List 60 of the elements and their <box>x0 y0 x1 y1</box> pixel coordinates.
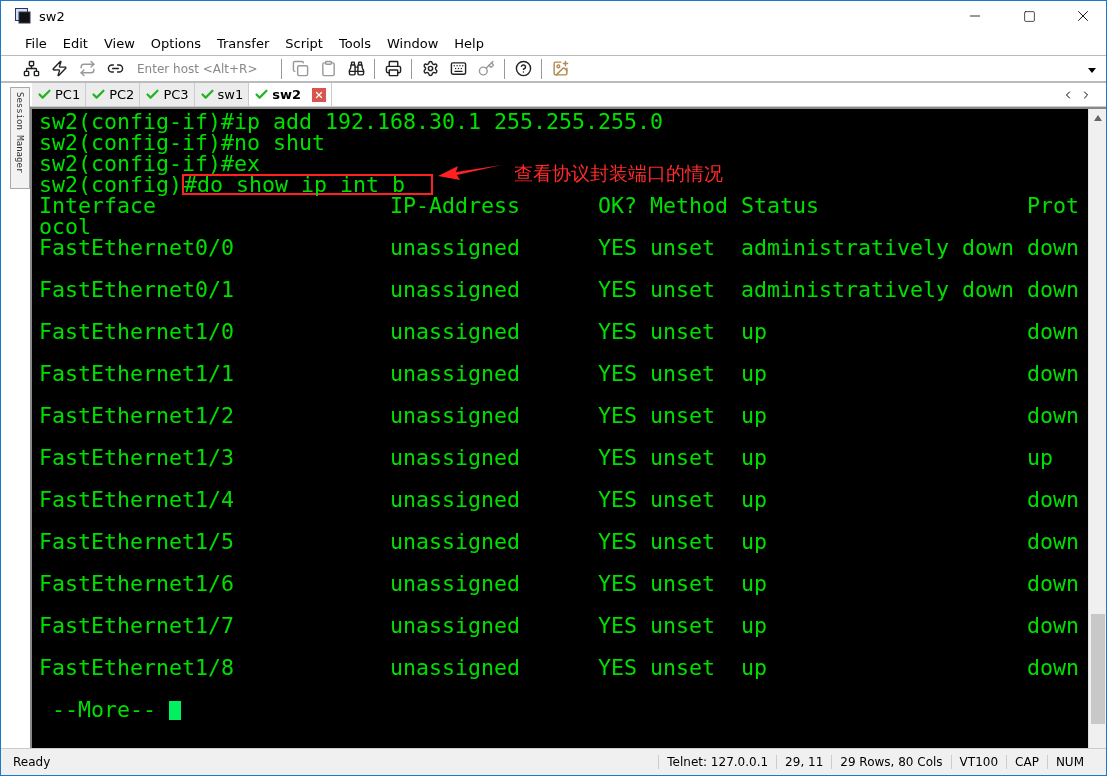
settings-icon[interactable] <box>420 58 440 79</box>
check-icon <box>91 87 107 102</box>
annotation-text: 查看协议封装端口的情况 <box>514 161 723 185</box>
terminal-line: FastEthernet1/5 unassigned YES unset up down <box>39 529 1080 554</box>
menu-item[interactable]: File <box>17 35 55 51</box>
terminal-line: FastEthernet0/1 unassigned YES unset administratively down down <box>39 277 1080 302</box>
dropdown-arrow-icon[interactable] <box>1088 68 1096 73</box>
maximize-icon[interactable] <box>1022 9 1036 23</box>
terminal-line: FastEthernet1/8 unassigned YES unset up down <box>39 655 1080 680</box>
terminal-line: FastEthernet1/7 unassigned YES unset up down <box>39 613 1080 638</box>
menu-item[interactable]: Edit <box>54 35 96 51</box>
check-icon <box>199 87 215 102</box>
session-tab[interactable]: PC1 <box>32 83 87 106</box>
status-text: VT100 <box>950 755 1007 769</box>
menu-item[interactable]: Tools <box>331 35 379 51</box>
status-text: 29 Rows, 80 Cols <box>831 755 951 769</box>
tree-icon[interactable] <box>21 58 41 79</box>
scroll-up-icon[interactable] <box>1093 115 1102 121</box>
help-icon[interactable] <box>513 58 533 79</box>
check-icon <box>37 87 52 102</box>
terminal-line: FastEthernet1/4 unassigned YES unset up down <box>39 487 1080 512</box>
check-icon <box>254 87 270 102</box>
printer-icon[interactable] <box>383 58 403 79</box>
highlighted-command: #do show ip int b <box>182 174 434 195</box>
check-icon <box>145 87 161 102</box>
menu-item[interactable]: Window <box>379 35 447 51</box>
session-tab[interactable]: PC2 <box>86 83 141 106</box>
terminal-line: FastEthernet1/3 unassigned YES unset up up <box>39 445 1054 470</box>
terminal-line: sw2(config-if)#ip add 192.168.30.1 255.255.255.0 <box>39 109 664 134</box>
terminal-line: FastEthernet1/6 unassigned YES unset up down <box>39 571 1080 596</box>
menu-item[interactable]: Options <box>142 35 209 51</box>
session-tab[interactable]: PC3 <box>140 83 195 106</box>
window-title: sw2 <box>39 8 66 24</box>
status-text: Ready <box>12 755 52 769</box>
menu-item[interactable]: View <box>95 35 143 51</box>
reconnect-icon[interactable] <box>77 58 97 79</box>
terminal-line: FastEthernet1/0 unassigned YES unset up down <box>39 319 1080 344</box>
session-tab[interactable]: sw1 <box>194 83 250 106</box>
image-icon[interactable] <box>550 58 570 79</box>
key-icon[interactable] <box>476 58 496 79</box>
host-field[interactable]: Enter host <Alt+R> <box>133 61 273 76</box>
status-text: CAP <box>1006 755 1047 769</box>
menu-item[interactable]: Help <box>446 35 492 51</box>
menu-item[interactable]: Transfer <box>209 35 278 51</box>
status-text: NUM <box>1046 755 1092 769</box>
app-icon <box>15 8 31 24</box>
binoculars-icon[interactable] <box>346 58 366 79</box>
close-tab-button[interactable] <box>312 87 327 102</box>
status-text: 29, 11 <box>776 755 832 769</box>
copy-icon[interactable] <box>290 58 310 79</box>
lightning-icon[interactable] <box>49 58 69 79</box>
cursor <box>169 701 181 720</box>
terminal-line: FastEthernet1/2 unassigned YES unset up down <box>39 403 1080 428</box>
terminal[interactable] <box>32 109 1088 748</box>
more-prompt: --More-- <box>51 697 157 722</box>
session-manager-tab[interactable]: Session Manager <box>10 87 30 189</box>
terminal-line: FastEthernet1/1 unassigned YES unset up down <box>39 361 1080 386</box>
scrollbar-thumb[interactable] <box>1090 614 1105 724</box>
status-text: Telnet: 127.0.0.1 <box>658 755 777 769</box>
menu-item[interactable]: Script <box>277 35 331 51</box>
